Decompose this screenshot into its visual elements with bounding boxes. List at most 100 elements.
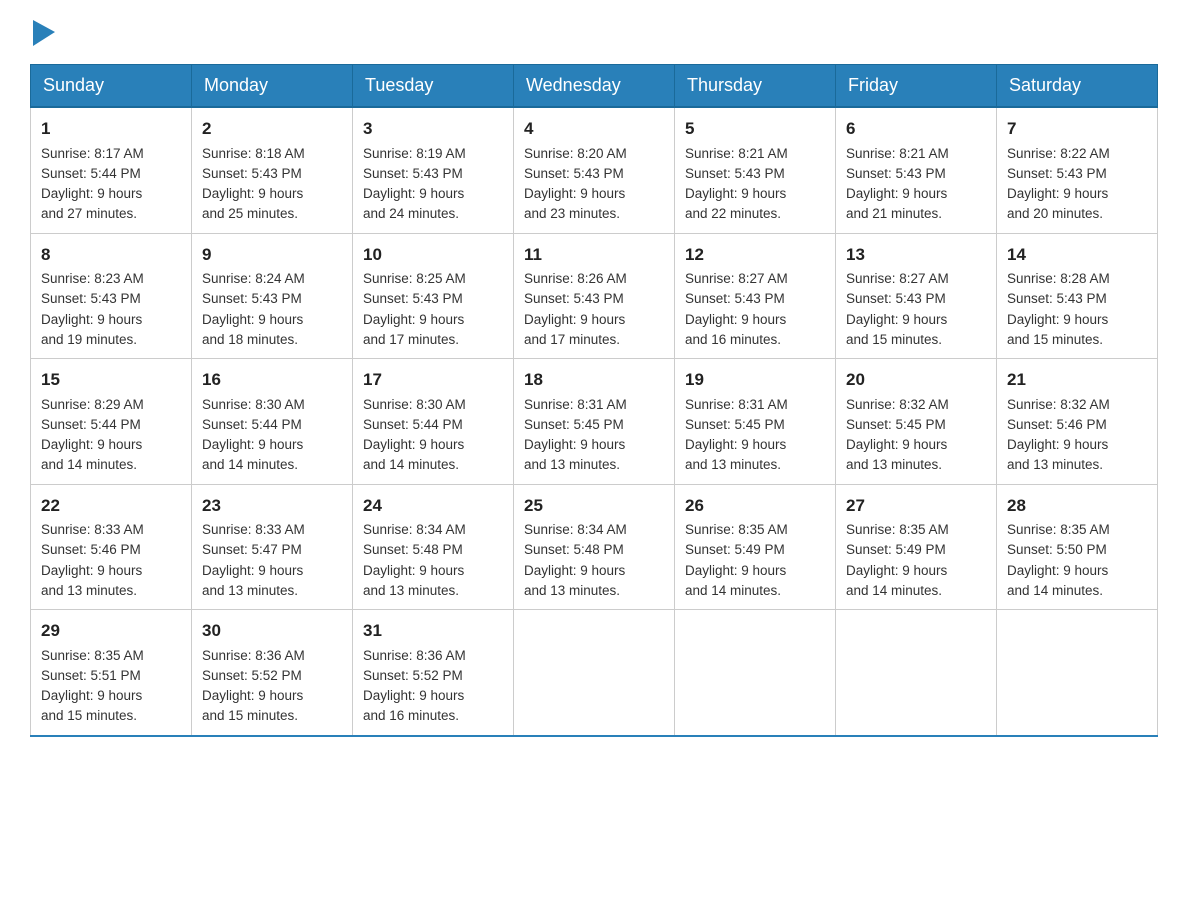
calendar-cell: 18Sunrise: 8:31 AMSunset: 5:45 PMDayligh… xyxy=(514,359,675,485)
day-number: 25 xyxy=(524,493,664,519)
daylight-label: Daylight: 9 hours xyxy=(363,312,464,327)
weekday-header-monday: Monday xyxy=(192,65,353,108)
sunrise-label: Sunrise: 8:30 AM xyxy=(363,397,466,412)
sunrise-label: Sunrise: 8:35 AM xyxy=(685,522,788,537)
daylight-minutes: and 17 minutes. xyxy=(363,332,459,347)
week-row-1: 1Sunrise: 8:17 AMSunset: 5:44 PMDaylight… xyxy=(31,107,1158,233)
sunset-label: Sunset: 5:52 PM xyxy=(363,668,463,683)
sunset-label: Sunset: 5:43 PM xyxy=(685,291,785,306)
sunrise-label: Sunrise: 8:18 AM xyxy=(202,146,305,161)
daylight-label: Daylight: 9 hours xyxy=(1007,186,1108,201)
daylight-minutes: and 13 minutes. xyxy=(524,583,620,598)
daylight-label: Daylight: 9 hours xyxy=(846,563,947,578)
sunset-label: Sunset: 5:46 PM xyxy=(41,542,141,557)
sunset-label: Sunset: 5:46 PM xyxy=(1007,417,1107,432)
day-number: 27 xyxy=(846,493,986,519)
daylight-minutes: and 16 minutes. xyxy=(685,332,781,347)
daylight-label: Daylight: 9 hours xyxy=(202,437,303,452)
sunset-label: Sunset: 5:43 PM xyxy=(524,291,624,306)
calendar-cell: 4Sunrise: 8:20 AMSunset: 5:43 PMDaylight… xyxy=(514,107,675,233)
daylight-minutes: and 20 minutes. xyxy=(1007,206,1103,221)
day-number: 23 xyxy=(202,493,342,519)
daylight-minutes: and 13 minutes. xyxy=(202,583,298,598)
daylight-label: Daylight: 9 hours xyxy=(524,312,625,327)
sunset-label: Sunset: 5:43 PM xyxy=(363,291,463,306)
weekday-header-saturday: Saturday xyxy=(997,65,1158,108)
sunrise-label: Sunrise: 8:33 AM xyxy=(202,522,305,537)
daylight-minutes: and 18 minutes. xyxy=(202,332,298,347)
sunset-label: Sunset: 5:43 PM xyxy=(41,291,141,306)
day-number: 16 xyxy=(202,367,342,393)
logo xyxy=(30,20,55,46)
daylight-label: Daylight: 9 hours xyxy=(685,563,786,578)
calendar-cell: 17Sunrise: 8:30 AMSunset: 5:44 PMDayligh… xyxy=(353,359,514,485)
day-number: 15 xyxy=(41,367,181,393)
daylight-label: Daylight: 9 hours xyxy=(685,186,786,201)
sunrise-label: Sunrise: 8:34 AM xyxy=(363,522,466,537)
sunrise-label: Sunrise: 8:32 AM xyxy=(1007,397,1110,412)
daylight-label: Daylight: 9 hours xyxy=(1007,312,1108,327)
sunset-label: Sunset: 5:43 PM xyxy=(1007,166,1107,181)
sunrise-label: Sunrise: 8:24 AM xyxy=(202,271,305,286)
sunset-label: Sunset: 5:43 PM xyxy=(846,166,946,181)
sunset-label: Sunset: 5:43 PM xyxy=(524,166,624,181)
sunset-label: Sunset: 5:44 PM xyxy=(363,417,463,432)
sunset-label: Sunset: 5:43 PM xyxy=(685,166,785,181)
calendar-cell: 7 Sunrise: 8:22 AM Sunset: 5:43 PM Daylight… xyxy=(997,107,1158,233)
sunrise-label: Sunrise: 8:30 AM xyxy=(202,397,305,412)
day-number: 8 xyxy=(41,242,181,268)
calendar-cell: 29Sunrise: 8:35 AMSunset: 5:51 PMDayligh… xyxy=(31,610,192,736)
daylight-minutes: and 19 minutes. xyxy=(41,332,137,347)
day-number: 12 xyxy=(685,242,825,268)
daylight-label: Daylight: 9 hours xyxy=(1007,563,1108,578)
weekday-header-row: SundayMondayTuesdayWednesdayThursdayFrid… xyxy=(31,65,1158,108)
sunset-label: Sunset: 5:47 PM xyxy=(202,542,302,557)
sunset-label: Sunset: 5:44 PM xyxy=(41,166,141,181)
weekday-header-sunday: Sunday xyxy=(31,65,192,108)
sunset-label: Sunset: 5:48 PM xyxy=(524,542,624,557)
daylight-minutes: and 13 minutes. xyxy=(846,457,942,472)
daylight-minutes: and 15 minutes. xyxy=(41,708,137,723)
day-number: 6 xyxy=(846,116,986,142)
sunset-label: Sunset: 5:44 PM xyxy=(202,417,302,432)
calendar-cell: 1Sunrise: 8:17 AMSunset: 5:44 PMDaylight… xyxy=(31,107,192,233)
daylight-minutes: and 15 minutes. xyxy=(202,708,298,723)
calendar-cell: 22Sunrise: 8:33 AMSunset: 5:46 PMDayligh… xyxy=(31,484,192,610)
calendar-cell: 14Sunrise: 8:28 AMSunset: 5:43 PMDayligh… xyxy=(997,233,1158,359)
calendar-cell: 13Sunrise: 8:27 AMSunset: 5:43 PMDayligh… xyxy=(836,233,997,359)
day-number: 2 xyxy=(202,116,342,142)
day-number: 20 xyxy=(846,367,986,393)
calendar-cell xyxy=(514,610,675,736)
weekday-header-friday: Friday xyxy=(836,65,997,108)
sunrise-label: Sunrise: 8:27 AM xyxy=(685,271,788,286)
daylight-label: Daylight: 9 hours xyxy=(363,688,464,703)
sunset-label: Sunset: 5:43 PM xyxy=(202,166,302,181)
daylight-minutes: and 21 minutes. xyxy=(846,206,942,221)
daylight-label: Daylight: 9 hours xyxy=(41,563,142,578)
sunrise-label: Sunrise: 8:21 AM xyxy=(846,146,949,161)
weekday-header-tuesday: Tuesday xyxy=(353,65,514,108)
daylight-minutes: and 15 minutes. xyxy=(1007,332,1103,347)
calendar-cell: 5Sunrise: 8:21 AMSunset: 5:43 PMDaylight… xyxy=(675,107,836,233)
calendar-cell xyxy=(997,610,1158,736)
day-number: 7 xyxy=(1007,116,1147,142)
weekday-header-wednesday: Wednesday xyxy=(514,65,675,108)
daylight-label: Daylight: 9 hours xyxy=(41,312,142,327)
sunrise-label: Sunrise: 8:26 AM xyxy=(524,271,627,286)
daylight-minutes: and 13 minutes. xyxy=(363,583,459,598)
daylight-label: Daylight: 9 hours xyxy=(41,437,142,452)
daylight-label: Daylight: 9 hours xyxy=(524,437,625,452)
calendar-cell: 30Sunrise: 8:36 AMSunset: 5:52 PMDayligh… xyxy=(192,610,353,736)
sunrise-label: Sunrise: 8:35 AM xyxy=(846,522,949,537)
day-number: 10 xyxy=(363,242,503,268)
calendar-cell: 27Sunrise: 8:35 AMSunset: 5:49 PMDayligh… xyxy=(836,484,997,610)
sunset-label: Sunset: 5:43 PM xyxy=(202,291,302,306)
sunrise-label: Sunrise: 8:19 AM xyxy=(363,146,466,161)
sunrise-label: Sunrise: 8:22 AM xyxy=(1007,146,1110,161)
week-row-5: 29Sunrise: 8:35 AMSunset: 5:51 PMDayligh… xyxy=(31,610,1158,736)
sunrise-label: Sunrise: 8:35 AM xyxy=(41,648,144,663)
daylight-label: Daylight: 9 hours xyxy=(41,688,142,703)
calendar-cell: 31Sunrise: 8:36 AMSunset: 5:52 PMDayligh… xyxy=(353,610,514,736)
calendar-cell: 3Sunrise: 8:19 AMSunset: 5:43 PMDaylight… xyxy=(353,107,514,233)
calendar-cell: 11Sunrise: 8:26 AMSunset: 5:43 PMDayligh… xyxy=(514,233,675,359)
